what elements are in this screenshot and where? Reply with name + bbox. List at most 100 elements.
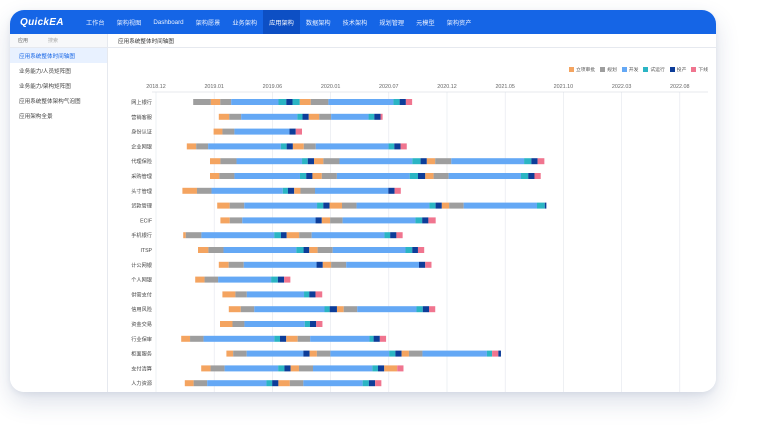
gantt-segment <box>375 380 382 387</box>
gantt-segment <box>244 202 318 209</box>
row-label: 企业网银 <box>131 142 153 150</box>
legend-item[interactable]: 投产 <box>669 66 686 73</box>
gantt-segment <box>201 365 211 372</box>
nav-item-8[interactable]: 规划管理 <box>373 10 410 34</box>
nav-item-1[interactable]: 架构视图 <box>111 10 148 34</box>
gantt-segment <box>274 232 281 239</box>
sidebar-item-0[interactable]: 应用系统整体时间轴图 <box>10 48 107 63</box>
nav-item-2[interactable]: Dashboard <box>147 10 189 34</box>
gantt-segment <box>420 158 427 165</box>
nav-item-0[interactable]: 工作台 <box>80 10 111 34</box>
gantt-segment <box>204 276 219 283</box>
gantt-segment <box>266 380 273 387</box>
gantt-segment <box>312 173 322 179</box>
row-label: 计公网银 <box>131 261 153 269</box>
main-nav: 工作台 架构视图 Dashboard 架构愿景 业务架构 应用架构 数据架构 技术架构 规划管理… <box>80 10 477 34</box>
gantt-segment <box>380 113 383 120</box>
legend-swatch <box>643 67 649 72</box>
gantt-segment <box>362 380 369 387</box>
gantt-segment <box>232 321 245 327</box>
gantt-segment <box>409 173 418 179</box>
legend-item[interactable]: 试运行 <box>643 66 665 73</box>
gantt-segment <box>315 187 389 194</box>
x-tick-label: 2022.08 <box>670 84 690 90</box>
gantt-segment <box>304 321 310 327</box>
sidebar-search-input[interactable]: 搜索 <box>48 37 58 44</box>
gantt-segment <box>449 202 464 209</box>
row-label: 营销客服 <box>131 113 153 121</box>
gantt-segment <box>303 380 363 387</box>
gantt-segment <box>310 99 329 105</box>
gantt-segment <box>389 350 396 357</box>
gantt-segment <box>425 261 432 268</box>
nav-item-4[interactable]: 业务架构 <box>226 10 263 34</box>
gantt-segment <box>303 143 316 150</box>
gantt-segment <box>356 202 430 209</box>
sidebar-item-4[interactable]: 应用架构全景 <box>10 108 107 123</box>
legend-swatch <box>600 67 606 72</box>
gantt-segment <box>185 232 202 239</box>
sidebar-item-2[interactable]: 业务能力/架构矩阵图 <box>10 78 107 93</box>
legend-label: 规划 <box>607 68 617 73</box>
gantt-segment <box>384 232 391 239</box>
legend-item[interactable]: 规划 <box>600 66 617 73</box>
gantt-segment <box>183 232 186 239</box>
nav-item-10[interactable]: 架构资产 <box>441 10 478 34</box>
gantt-segment <box>217 202 230 209</box>
nav-item-6[interactable]: 数据架构 <box>300 10 337 34</box>
gantt-segment <box>196 187 212 194</box>
gantt-segment <box>412 247 418 253</box>
x-tick-label: 2020.01 <box>321 84 341 90</box>
gantt-segment <box>184 380 194 387</box>
gantt-segment <box>405 247 413 253</box>
gantt-segment <box>229 113 242 120</box>
gantt-segment <box>286 143 293 150</box>
gantt-segment <box>203 335 275 342</box>
legend-swatch <box>568 67 574 72</box>
gantt-segment <box>299 173 307 179</box>
gantt-segment <box>190 335 204 342</box>
gantt-segment <box>315 291 323 298</box>
gantt-segment <box>524 158 532 165</box>
gantt-segment <box>339 158 413 165</box>
gantt-segment <box>282 187 288 194</box>
gantt-segment <box>372 365 378 372</box>
gantt-segment <box>242 217 316 224</box>
gantt-segment <box>319 113 332 120</box>
row-label: ECIF <box>140 218 152 224</box>
gantt-segment <box>379 335 387 342</box>
gantt-segment <box>278 365 285 372</box>
nav-item-5[interactable]: 应用架构 <box>263 10 300 34</box>
legend-item[interactable]: 立项审批 <box>568 66 595 73</box>
sidebar-item-3[interactable]: 应用系统整体架构气泡图 <box>10 93 107 108</box>
gantt-segment <box>208 247 224 253</box>
x-tick-label: 2020.12 <box>437 84 457 90</box>
nav-item-9[interactable]: 元模型 <box>410 10 441 34</box>
gantt-segment <box>280 232 287 239</box>
x-tick-label: 2021.05 <box>495 84 515 90</box>
gantt-segment <box>278 380 290 387</box>
nav-item-7[interactable]: 技术架构 <box>337 10 374 34</box>
gantt-segment <box>369 335 374 342</box>
gantt-segment <box>401 350 409 357</box>
gantt-segment <box>384 365 398 372</box>
gantt-segment <box>331 261 347 268</box>
legend-item[interactable]: 开发 <box>621 66 638 73</box>
gantt-segment <box>208 143 281 150</box>
app-logo[interactable]: QuickEA <box>10 17 80 28</box>
sidebar-header: 应用 搜索 <box>10 34 107 48</box>
nav-item-3[interactable]: 架构愿景 <box>190 10 227 34</box>
gantt-segment <box>397 365 404 372</box>
sidebar-menu: 应用系统整体时间轴图 业务能力/人员矩阵图 业务能力/架构矩阵图 应用系统整体架构气泡… <box>10 48 107 123</box>
gantt-segment <box>448 173 521 179</box>
gantt-segment <box>315 143 389 150</box>
x-tick-label: 2019.01 <box>204 84 224 90</box>
gantt-segment <box>198 247 209 253</box>
gantt-segment <box>544 202 547 209</box>
gantt-segment <box>451 158 525 165</box>
legend-item[interactable]: 下线 <box>691 66 708 73</box>
gantt-segment <box>254 306 325 313</box>
gantt-segment <box>412 158 421 165</box>
sidebar-item-1[interactable]: 业务能力/人员矩阵图 <box>10 63 107 78</box>
gantt-segment <box>336 306 344 313</box>
